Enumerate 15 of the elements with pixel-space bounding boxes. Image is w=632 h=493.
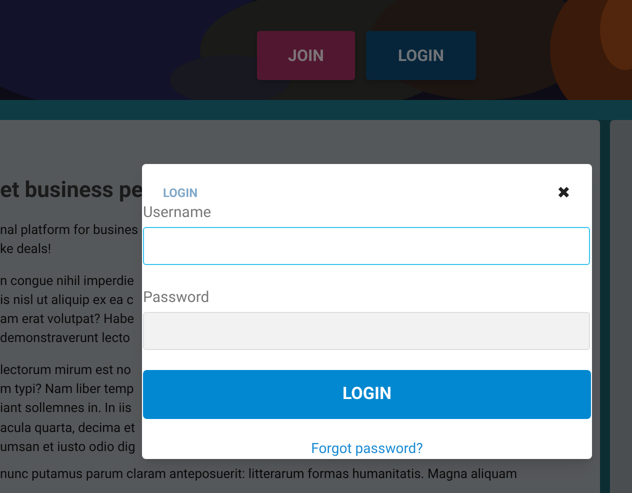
input-field[interactable] xyxy=(143,227,590,265)
close-button[interactable]: ✖ xyxy=(557,185,570,201)
field-label: Username xyxy=(143,203,212,221)
dialog-title: LOGIN xyxy=(163,185,198,201)
article-heading: et business pe xyxy=(0,177,144,205)
input-field[interactable] xyxy=(143,312,590,350)
field-label: Password xyxy=(143,288,210,306)
login-button[interactable]: LOGIN xyxy=(366,31,476,80)
paragraph: nal platform for busines ke deals! xyxy=(0,222,138,260)
forgot-password-link[interactable]: Forgot password? xyxy=(311,441,423,457)
paragraph: lectorum mirum est no m typi? Nam liber temp iant sollemnes in. In iis acula quarta, decima et umsan et iusto odio dig xyxy=(0,362,136,457)
paragraph: nunc putamus parum claram anteposuerit: litterarum formas humanitatis. Magna aliquam xyxy=(0,466,518,484)
paragraph: n congue nihil imperdie is nisl ut aliquip ex ea c am erat volutpat? Habe demonstraverunt lecto xyxy=(0,272,134,348)
join-button[interactable]: JOIN xyxy=(257,31,355,80)
login-button[interactable]: LOGIN xyxy=(143,370,591,419)
